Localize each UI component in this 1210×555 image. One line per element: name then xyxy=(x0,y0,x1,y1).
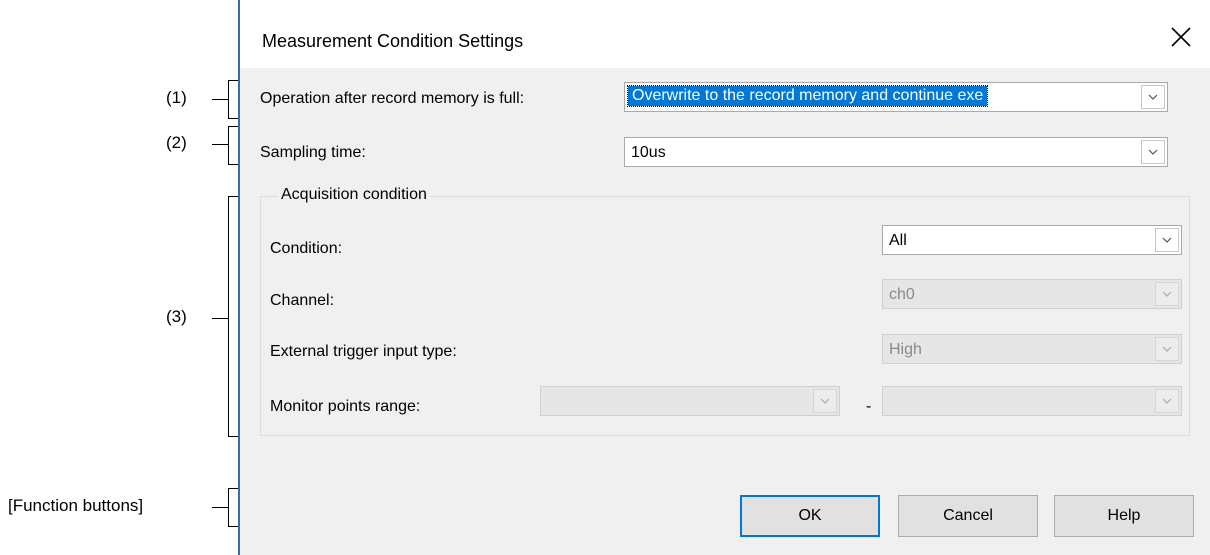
sampling-value: 10us xyxy=(631,144,666,161)
callout-2-bracket xyxy=(228,126,229,164)
measurement-dialog: Measurement Condition Settings Operation… xyxy=(238,0,1210,555)
operation-select[interactable]: Overwrite to the record memory and conti… xyxy=(624,82,1168,112)
chevron-down-icon[interactable] xyxy=(1141,85,1165,109)
trigger-label: External trigger input type: xyxy=(270,343,457,360)
condition-select[interactable]: All xyxy=(882,225,1182,255)
chevron-down-icon[interactable] xyxy=(1155,389,1179,413)
condition-label: Condition: xyxy=(270,240,343,257)
chevron-down-icon[interactable] xyxy=(1155,282,1179,306)
monitor-to-select[interactable] xyxy=(882,386,1182,416)
condition-value: All xyxy=(889,232,907,249)
sampling-select[interactable]: 10us xyxy=(624,137,1168,167)
callout-2: (2) xyxy=(166,133,187,152)
chevron-down-icon[interactable] xyxy=(1141,140,1165,164)
channel-value: ch0 xyxy=(889,286,915,303)
callout-1-bracket xyxy=(228,80,229,118)
monitor-label: Monitor points range: xyxy=(270,398,421,415)
callout-1-tick xyxy=(212,99,228,100)
range-separator: - xyxy=(866,398,872,415)
monitor-from-select[interactable] xyxy=(540,386,840,416)
ok-button[interactable]: OK xyxy=(740,495,880,537)
callout-1: (1) xyxy=(166,88,187,107)
operation-value: Overwrite to the record memory and conti… xyxy=(626,85,989,107)
operation-label: Operation after record memory is full: xyxy=(260,90,525,107)
callout-fb-tick xyxy=(212,507,228,508)
acquisition-group-title: Acquisition condition xyxy=(278,186,430,204)
callout-3-tick xyxy=(212,318,228,319)
callout-3-bracket xyxy=(228,196,229,436)
callout-function-buttons: [Function buttons] xyxy=(8,496,144,515)
channel-label: Channel: xyxy=(270,292,335,309)
sampling-label: Sampling time: xyxy=(260,144,366,161)
dialog-title: Measurement Condition Settings xyxy=(262,31,524,51)
title-bar: Measurement Condition Settings xyxy=(240,0,1210,68)
cancel-button[interactable]: Cancel xyxy=(898,495,1038,537)
chevron-down-icon[interactable] xyxy=(1155,337,1179,361)
close-icon[interactable] xyxy=(1166,22,1196,52)
channel-select[interactable]: ch0 xyxy=(882,279,1182,309)
trigger-select[interactable]: High xyxy=(882,334,1182,364)
callout-2-tick xyxy=(212,144,228,145)
trigger-value: High xyxy=(889,341,922,358)
chevron-down-icon[interactable] xyxy=(1155,228,1179,252)
chevron-down-icon[interactable] xyxy=(813,389,837,413)
callout-fb-bracket xyxy=(228,488,229,526)
help-button[interactable]: Help xyxy=(1054,495,1194,537)
callout-3: (3) xyxy=(166,307,187,326)
